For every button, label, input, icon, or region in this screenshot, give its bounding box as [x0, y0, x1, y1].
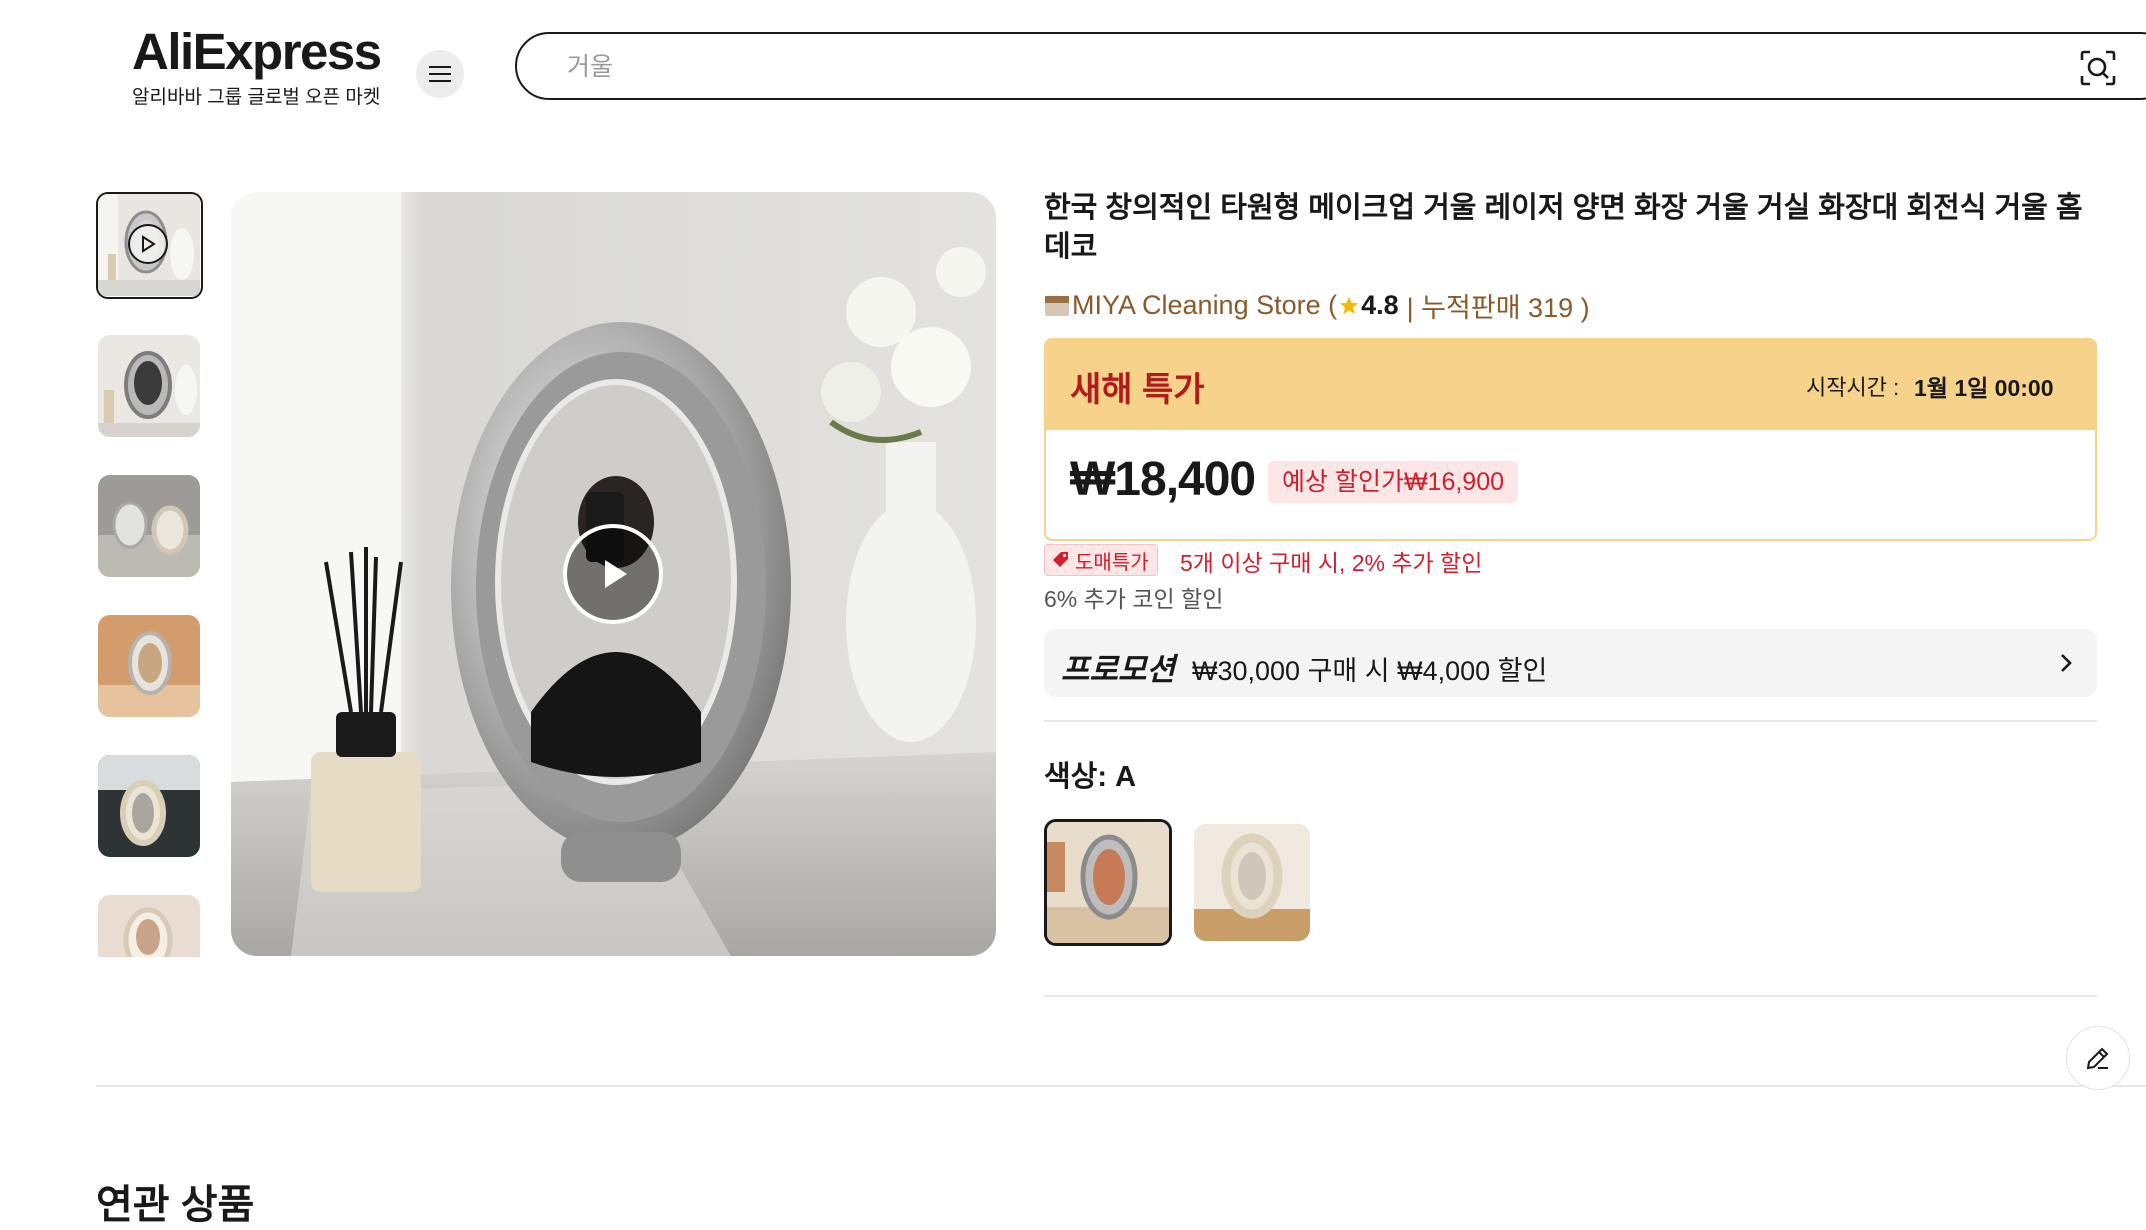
edit-button[interactable]: [2066, 1026, 2130, 1090]
promotion-text: ₩30,000 구매 시 ₩4,000 할인: [1192, 656, 1548, 686]
gallery-thumbnail[interactable]: [98, 475, 200, 577]
thumbnail-image: [98, 475, 200, 577]
gallery-thumbnail[interactable]: [98, 335, 200, 437]
estimated-price-badge: 예상 할인가₩16,900: [1268, 461, 1519, 503]
thumbnail-image: [98, 895, 200, 957]
wholesale-discount-text: 5개 이상 구매 시, 2% 추가 할인: [1180, 550, 1483, 576]
gallery-thumbnail-video[interactable]: [96, 192, 203, 299]
section-divider: [1044, 995, 2097, 997]
chevron-right-icon: [2061, 654, 2072, 672]
color-option-label: 색상: A: [1044, 761, 1137, 793]
thumbnail-image: [98, 755, 200, 857]
wholesale-tag: 도매특가: [1044, 544, 1158, 576]
search-input[interactable]: [565, 46, 2146, 88]
color-swatch-b[interactable]: [1194, 824, 1310, 941]
price-box: ₩18,400 예상 할인가₩16,900: [1044, 430, 2097, 541]
star-icon: [1340, 296, 1359, 314]
swatch-image: [1194, 824, 1310, 941]
price-tag-icon: [1053, 552, 1068, 567]
promotion-row[interactable]: 프로모션 ₩30,000 구매 시 ₩4,000 할인: [1044, 629, 2097, 697]
aliexpress-logo[interactable]: AliExpress 알리바바 그룹 글로벌 오픈 마켓: [132, 22, 382, 108]
play-icon: [605, 560, 627, 588]
color-swatch-a[interactable]: [1044, 819, 1172, 946]
play-video-button[interactable]: [563, 524, 663, 624]
product-title: 한국 창의적인 타원형 메이크업 거울 레이저 양면 화장 거울 거실 화장대 …: [1044, 192, 2083, 263]
store-sales: | 누적판매 319 ): [1406, 293, 1590, 323]
logo-subtitle: 알리바바 그룹 글로벌 오픈 마켓: [132, 87, 381, 108]
deal-start-time: 1월 1일 00:00: [1914, 375, 2054, 401]
pencil-icon: [2086, 1047, 2109, 1070]
thumbnail-image: [98, 615, 200, 717]
related-products-heading: 연관 상품: [96, 1183, 255, 1227]
deal-banner: 새해 특가 시작시간 : 1월 1일 00:00: [1044, 338, 2097, 430]
page-divider: [96, 1085, 2146, 1087]
deal-start-label: 시작시간 :: [1806, 375, 1900, 400]
section-divider: [1044, 720, 2097, 722]
menu-button[interactable]: [416, 50, 464, 98]
wholesale-tag-label: 도매특가: [1075, 551, 1149, 574]
gallery-thumbnail[interactable]: [98, 755, 200, 857]
coin-discount-text: 6% 추가 코인 할인: [1044, 586, 1224, 612]
thumbnail-image: [98, 335, 200, 437]
store-name[interactable]: MIYA Cleaning Store (: [1072, 290, 1337, 321]
store-info[interactable]: MIYA Cleaning Store ( 4.8 | 누적판매 319 ): [1044, 286, 1590, 325]
product-price: ₩18,400: [1070, 453, 1256, 506]
play-icon: [128, 224, 168, 264]
swatch-image: [1047, 822, 1169, 943]
store-icon: [1045, 295, 1069, 316]
logo-wordmark: AliExpress: [132, 23, 382, 80]
search-bar[interactable]: [515, 32, 2146, 100]
gallery-thumbnail[interactable]: [98, 895, 200, 957]
hamburger-menu-icon: [429, 66, 451, 82]
gallery-thumbnail[interactable]: [98, 615, 200, 717]
promotion-label: 프로모션: [1061, 652, 1176, 687]
image-search-icon[interactable]: [2079, 49, 2117, 87]
store-rating: 4.8: [1361, 290, 1399, 320]
deal-title: 새해 특가: [1070, 371, 1205, 409]
